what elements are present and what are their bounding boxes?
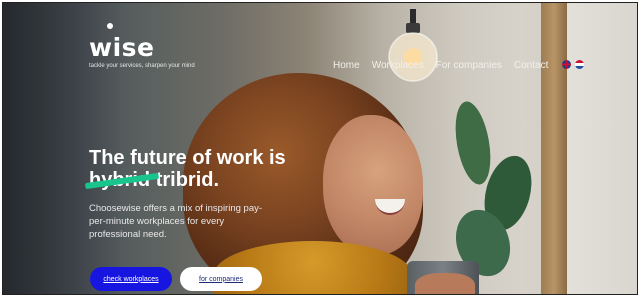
nav-item-for-companies[interactable]: For companies: [436, 60, 502, 71]
person-hand-image: [415, 273, 475, 294]
for-companies-button[interactable]: for companies: [180, 267, 262, 291]
logo[interactable]: wise: [89, 33, 155, 62]
language-switcher: [562, 60, 584, 69]
light-bulb-image: [388, 9, 438, 82]
nav-item-home[interactable]: Home: [333, 60, 360, 71]
hero-section: wise tackle your services, sharpen your …: [2, 2, 638, 295]
logo-dot: [107, 23, 113, 29]
background-wood-pillar: [541, 3, 567, 294]
background-wall: [567, 3, 637, 294]
person-face-image: [323, 115, 423, 255]
logo-tagline: tackle your services, sharpen your mind: [89, 63, 195, 69]
hero-headline-line1: The future of work is: [89, 147, 286, 169]
dutch-flag-icon[interactable]: [575, 60, 584, 69]
english-flag-icon[interactable]: [562, 60, 571, 69]
struck-word: hybrid: [84, 169, 160, 191]
main-nav: Home Workplaces For companies Contact: [333, 60, 548, 71]
hero-headline-line2: hybrid tribrid.: [84, 169, 220, 191]
hero-headline-word: tribrid.: [155, 169, 220, 191]
nav-item-workplaces[interactable]: Workplaces: [372, 60, 424, 71]
nav-item-contact[interactable]: Contact: [514, 60, 548, 71]
hero-description: Choosewise offers a mix of inspiring pay…: [89, 203, 263, 240]
check-workplaces-button[interactable]: check workplaces: [90, 267, 172, 291]
